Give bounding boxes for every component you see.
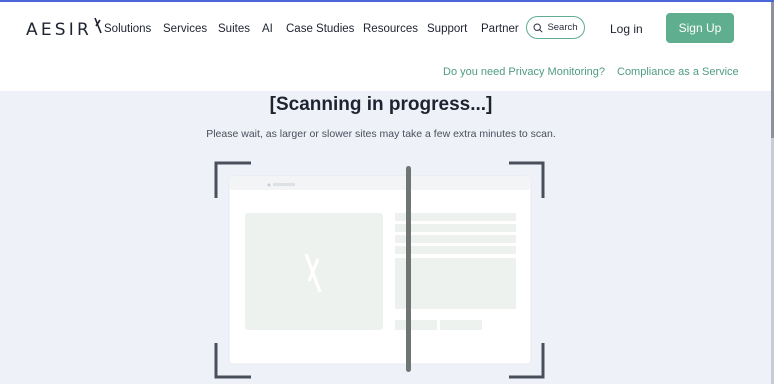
- logo[interactable]: AESIR: [26, 17, 103, 41]
- nav-item-services[interactable]: Services: [163, 19, 207, 39]
- corner-bottom-left: [214, 343, 251, 379]
- nav-item-ai[interactable]: AI: [262, 19, 273, 39]
- search-icon: [533, 22, 543, 33]
- subnav-privacy-monitoring[interactable]: Do you need Privacy Monitoring?: [443, 65, 605, 79]
- text-line: [395, 213, 516, 221]
- browser-window: [228, 175, 532, 365]
- subnav-compliance-as-a-service[interactable]: Compliance as a Service: [617, 65, 739, 79]
- corner-bottom-right: [509, 343, 545, 379]
- nav-item-case-studies[interactable]: Case Studies: [286, 19, 354, 39]
- logo-mark-icon: [94, 17, 102, 34]
- browser-toolbar: [229, 176, 531, 190]
- image-placeholder: [245, 213, 383, 330]
- browser-mockup: [228, 175, 532, 365]
- nav-item-partner[interactable]: Partner: [481, 19, 519, 39]
- button-placeholder: [395, 320, 437, 330]
- content-block: [395, 258, 516, 309]
- text-line: [395, 235, 516, 243]
- nav-item-suites[interactable]: Suites: [218, 19, 250, 39]
- image-placeholder-icon: [304, 253, 322, 293]
- corner-top-right: [509, 161, 545, 198]
- button-placeholder: [440, 320, 482, 330]
- nav-item-support[interactable]: Support: [427, 19, 467, 39]
- nav-item-resources[interactable]: Resources: [363, 19, 418, 39]
- search-button-label: Search: [547, 22, 578, 33]
- signup-button[interactable]: Sign Up: [666, 13, 734, 43]
- corner-top-left: [214, 161, 251, 198]
- browser-address-bar: [273, 183, 295, 186]
- search-button[interactable]: Search: [526, 16, 585, 39]
- logo-text: AESIR: [26, 20, 92, 40]
- scan-line: [406, 166, 411, 372]
- nav-item-solutions[interactable]: Solutions: [104, 19, 151, 39]
- text-line: [395, 246, 516, 254]
- text-line: [395, 224, 516, 232]
- login-link[interactable]: Log in: [610, 19, 643, 39]
- page-title: [Scanning in progress...]: [269, 94, 493, 115]
- scan-frame-corners: [214, 161, 545, 379]
- site-header: AESIR Solutions Services Suites AI Case …: [0, 2, 771, 91]
- page-subtitle: Please wait, as larger or slower sites m…: [206, 128, 556, 140]
- browser-dot: [267, 183, 271, 187]
